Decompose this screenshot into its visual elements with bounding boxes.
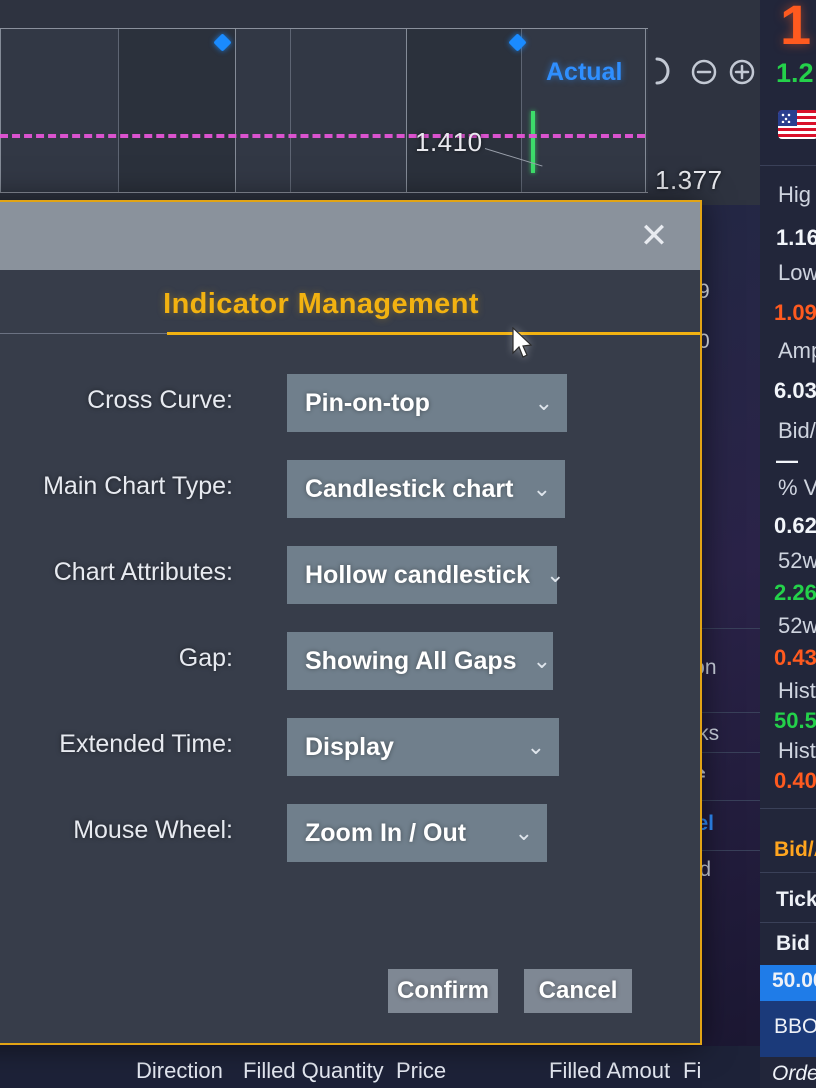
sidebar-bid-label: Bid [776, 932, 810, 955]
chart-actual-toggle[interactable]: Actual [546, 58, 622, 87]
label-gap: Gap: [178, 644, 233, 672]
close-icon[interactable]: ✕ [636, 218, 672, 254]
sidebar-quote-label: 52wk [778, 548, 816, 573]
select-mouse-wheel-value: Zoom In / Out [305, 818, 467, 847]
us-flag-icon [778, 110, 816, 139]
chart-plot-region[interactable] [0, 28, 648, 193]
sidebar-quote-value: 1.09 [774, 300, 816, 325]
chevron-down-icon: ⌄ [526, 734, 545, 759]
column-header-fi[interactable]: Fi [683, 1058, 701, 1084]
quote-sidebar: 1 1.2 Hig 1.16 Low 1.09 Amp 6.03% Bid/A … [760, 0, 816, 1088]
dialog-title-rule [167, 332, 700, 335]
sidebar-divider [760, 922, 816, 923]
select-extended-time-value: Display [305, 732, 394, 761]
form-row-cross-curve: Cross Curve: Pin-on-top ⌄ [0, 366, 700, 452]
chart-gridline [0, 29, 1, 192]
sidebar-quote-value: 0.430 [774, 645, 816, 670]
chart-gridline [406, 29, 407, 192]
confirm-button[interactable]: Confirm [388, 969, 498, 1013]
dialog-form: Cross Curve: Pin-on-top ⌄ Main Chart Typ… [0, 366, 700, 882]
chevron-down-icon: ⌄ [532, 648, 552, 673]
chart-price-annotation: 1.410 [415, 127, 483, 157]
sidebar-order-book-label[interactable]: Order Boo [772, 1062, 816, 1086]
chart-axis-price: 1.377 [655, 165, 723, 195]
chevron-down-icon: ⌄ [534, 390, 553, 415]
dialog-body: Indicator Management Cross Curve: Pin-on… [0, 270, 700, 1043]
select-cross-curve[interactable]: Pin-on-top ⌄ [287, 374, 567, 432]
select-chart-attributes[interactable]: Hollow candlestick ⌄ [287, 546, 565, 604]
zoom-in-icon[interactable] [728, 58, 756, 91]
sidebar-quote-label: % Vo [778, 475, 816, 500]
chart-price-dashline [0, 134, 645, 138]
sidebar-quote-label: Low [778, 260, 816, 285]
sidebar-bbo-label: BBO [774, 1015, 816, 1038]
select-mouse-wheel[interactable]: Zoom In / Out ⌄ [287, 804, 547, 862]
chevron-down-icon: ⌄ [532, 476, 551, 501]
column-header-direction[interactable]: Direction [136, 1058, 223, 1084]
form-row-main-chart-type: Main Chart Type: Candlestick chart ⌄ [0, 452, 700, 538]
label-extended-time: Extended Time: [59, 730, 233, 758]
sidebar-divider [760, 808, 816, 809]
select-chart-attributes-value: Hollow candlestick [305, 560, 531, 589]
form-row-gap: Gap: Showing All Gaps ⌄ [0, 624, 700, 710]
column-header-filled-amount[interactable]: Filled Amout [549, 1058, 670, 1084]
select-extended-time[interactable]: Display ⌄ [287, 718, 559, 776]
sidebar-quote-value: 1.16 [776, 225, 816, 250]
cancel-button[interactable]: Cancel [524, 969, 632, 1013]
select-main-chart-type-value: Candlestick chart [305, 474, 514, 503]
price-chart[interactable]: 1.410 1.377 Actual [0, 0, 760, 205]
sidebar-quote-value: 0.403 [774, 768, 816, 793]
sidebar-quote-label: Amp [778, 338, 816, 363]
label-chart-attributes: Chart Attributes: [53, 558, 233, 586]
sidebar-quote-label: Bid/A [778, 418, 816, 443]
dialog-titlebar[interactable]: ✕ [0, 202, 700, 270]
chart-gridline [521, 29, 522, 192]
select-gap[interactable]: Showing All Gaps ⌄ [287, 632, 553, 690]
indicator-management-dialog[interactable]: ✕ Indicator Management Cross Curve: Pin-… [0, 200, 702, 1045]
label-mouse-wheel: Mouse Wheel: [73, 816, 233, 844]
undo-arc-icon[interactable] [652, 56, 678, 91]
dialog-title-rule-faint [0, 333, 167, 334]
form-row-mouse-wheel: Mouse Wheel: Zoom In / Out ⌄ [0, 796, 700, 882]
column-header-price[interactable]: Price [396, 1058, 446, 1084]
orders-table-header: Direction Filled Quantity Price Filled A… [0, 1046, 760, 1088]
chart-gridline [290, 29, 291, 192]
sidebar-ticker-label: Ticker [776, 888, 816, 911]
sidebar-quote-value: — [776, 448, 798, 473]
sidebar-quote-value: 2.260 [774, 580, 816, 605]
sidebar-quote-value: 50.500 [774, 708, 816, 733]
sidebar-quote-label: Historic [778, 738, 816, 763]
sidebar-divider [760, 872, 816, 873]
sidebar-bid-pct: 50.00% [772, 969, 816, 992]
sidebar-last-price: 1 [780, 0, 812, 56]
form-row-chart-attributes: Chart Attributes: Hollow candlestick ⌄ [0, 538, 700, 624]
chart-gridline [235, 29, 236, 192]
chevron-down-icon: ⌄ [514, 820, 533, 845]
dialog-title: Indicator Management [163, 288, 479, 320]
select-gap-value: Showing All Gaps [305, 646, 517, 675]
sidebar-divider [760, 165, 816, 166]
sidebar-tab-bid-ask[interactable]: Bid/Ask [774, 838, 816, 862]
sidebar-quote-label: Hig [778, 182, 812, 207]
sidebar-quote-value: 0.62 [774, 513, 816, 538]
chart-gridline [645, 29, 646, 192]
sidebar-quote-value: 6.03% [774, 378, 816, 403]
app-screen: 1.410 1.377 Actual 9 0 sion ock [0, 0, 816, 1088]
form-row-extended-time: Extended Time: Display ⌄ [0, 710, 700, 796]
column-header-filled-quantity[interactable]: Filled Quantity [243, 1058, 384, 1084]
select-main-chart-type[interactable]: Candlestick chart ⌄ [287, 460, 565, 518]
chevron-down-icon: ⌄ [546, 562, 565, 587]
chart-session-band [406, 29, 521, 192]
label-cross-curve: Cross Curve: [87, 386, 233, 414]
zoom-out-icon[interactable] [690, 58, 718, 91]
chart-gridline [118, 29, 119, 192]
sidebar-quote-label: Histori [778, 678, 816, 703]
dialog-footer: Confirm Cancel [0, 969, 700, 1015]
sidebar-change: 1.2 [776, 58, 814, 88]
sidebar-quote-label: 52wk [778, 613, 816, 638]
label-main-chart-type: Main Chart Type: [43, 472, 233, 500]
select-cross-curve-value: Pin-on-top [305, 388, 430, 417]
chart-session-band [118, 29, 236, 192]
